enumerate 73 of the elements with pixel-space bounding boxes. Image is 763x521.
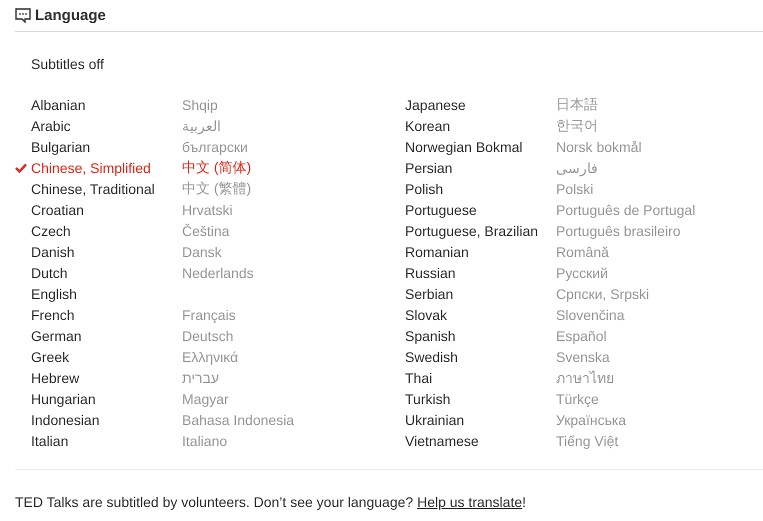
language-option[interactable]: Hungarian: [31, 390, 182, 406]
native-language-name: Español: [556, 328, 607, 344]
native-language-name: Bahasa Indonesia: [182, 412, 294, 428]
language-option[interactable]: Croatian: [31, 202, 182, 218]
help-translate-link[interactable]: Help us translate: [417, 494, 522, 510]
language-option[interactable]: Vietnamese: [405, 432, 556, 448]
language-option[interactable]: Portuguese, Brazilian: [405, 222, 556, 238]
native-language-name: Italiano: [182, 432, 228, 448]
language-option[interactable]: Arabic: [31, 118, 182, 134]
native-language-name: Русский: [556, 264, 608, 280]
language-option[interactable]: Spanish: [405, 328, 556, 344]
language-option[interactable]: Danish: [31, 244, 182, 260]
section-title: Language: [35, 7, 106, 24]
language-option[interactable]: Korean: [405, 118, 556, 134]
native-language-name: Română: [556, 244, 609, 260]
native-language-name: Norsk bokmål: [556, 138, 642, 154]
language-option[interactable]: French: [31, 306, 182, 322]
speech-bubble-icon: [15, 8, 31, 23]
language-option[interactable]: Czech: [31, 222, 182, 238]
native-language-name: עברית: [182, 370, 220, 386]
native-language-name: Čeština: [182, 222, 230, 238]
language-option[interactable]: Chinese, Traditional: [31, 180, 182, 196]
language-option[interactable]: Indonesian: [31, 412, 182, 428]
language-option[interactable]: Norwegian Bokmal: [405, 138, 556, 154]
language-option[interactable]: Greek: [31, 348, 182, 364]
language-option[interactable]: Japanese: [405, 96, 556, 112]
subtitles-off-option[interactable]: Subtitles off: [31, 56, 182, 72]
footer-note: TED Talks are subtitled by volunteers. Don’t see your language? Help us translate!: [15, 493, 528, 512]
native-language-name: العربية: [182, 118, 221, 134]
native-language-name: Ελληνικά: [182, 348, 238, 364]
language-option[interactable]: Romanian: [405, 244, 556, 260]
native-language-name: Dansk: [182, 244, 222, 260]
native-language-name: ภาษาไทย: [556, 368, 614, 388]
native-language-name: Nederlands: [182, 264, 254, 280]
native-language-name: Tiếng Việt: [556, 432, 618, 448]
native-language-name: 中文 (简体): [182, 158, 252, 176]
language-option[interactable]: Italian: [31, 432, 182, 448]
language-option[interactable]: German: [31, 328, 182, 344]
language-option[interactable]: Albanian: [31, 96, 182, 112]
native-language-name: Polski: [556, 180, 594, 196]
native-language-name: Shqip: [182, 96, 218, 112]
language-option[interactable]: Polish: [405, 180, 556, 196]
native-language-name: Türkçe: [556, 390, 599, 406]
native-language-name: Slovenčina: [556, 306, 624, 322]
language-option[interactable]: Hebrew: [31, 370, 182, 386]
native-language-name: Magyar: [182, 390, 229, 406]
check-icon: [15, 162, 27, 172]
language-option[interactable]: Chinese, Simplified: [31, 160, 182, 176]
language-option[interactable]: Dutch: [31, 264, 182, 280]
native-language-name: Hrvatski: [182, 202, 233, 218]
language-option[interactable]: Thai: [405, 370, 556, 386]
native-language-name: Українська: [556, 412, 626, 428]
native-language-name: 中文 (繁體): [182, 180, 252, 198]
language-option[interactable]: Portuguese: [405, 202, 556, 218]
language-option[interactable]: Swedish: [405, 348, 556, 364]
language-option[interactable]: Bulgarian: [31, 138, 182, 154]
language-option[interactable]: Turkish: [405, 390, 556, 406]
native-language-name: български: [182, 138, 248, 154]
native-language-name: Svenska: [556, 348, 610, 364]
native-language-name: Português de Portugal: [556, 202, 696, 218]
native-language-name: Српски, Srpski: [556, 286, 650, 302]
language-option[interactable]: Slovak: [405, 306, 556, 322]
native-language-name: Deutsch: [182, 328, 234, 344]
language-option[interactable]: Serbian: [405, 286, 556, 302]
native-language-name: فارسی: [556, 160, 598, 176]
language-option[interactable]: Persian: [405, 160, 556, 176]
native-language-name: 日本語: [556, 96, 598, 114]
language-option[interactable]: Ukrainian: [405, 412, 556, 428]
native-language-name: Português brasileiro: [556, 222, 681, 238]
language-option[interactable]: English: [31, 286, 182, 302]
native-language-name: Français: [182, 306, 236, 322]
language-option[interactable]: Russian: [405, 264, 556, 280]
native-language-name: 한국어: [556, 116, 598, 134]
